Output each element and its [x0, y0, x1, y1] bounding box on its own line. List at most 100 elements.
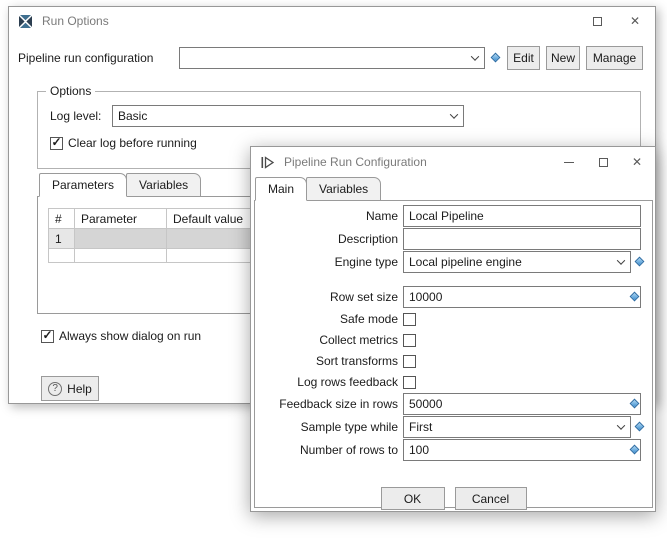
close-icon: ✕ [632, 155, 642, 169]
tab-parameters-label: Parameters [52, 178, 114, 192]
tab-variables[interactable]: Variables [306, 177, 381, 201]
log-rows-feedback-row: Log rows feedback ✓ [255, 372, 652, 392]
manage-button[interactable]: Manage [586, 46, 643, 70]
variable-diamond-icon[interactable] [491, 53, 501, 63]
engine-type-label: Engine type [255, 255, 403, 269]
edit-button[interactable]: Edit [507, 46, 540, 70]
sample-type-label: Sample type while [255, 420, 403, 434]
log-level-value: Basic [113, 109, 445, 123]
chevron-down-icon [445, 106, 463, 126]
dialog-buttons: OK Cancel [255, 487, 652, 510]
sample-type-value: First [404, 420, 612, 434]
clear-log-label: Clear log before running [68, 136, 197, 150]
log-rows-feedback-checkbox[interactable]: ✓ [403, 376, 416, 389]
pipeline-run-config-title: Pipeline Run Configuration [284, 155, 427, 169]
run-options-tabs: Parameters Variables [39, 173, 201, 197]
variable-diamond-icon[interactable] [635, 257, 645, 267]
row-set-size-row: Row set size [255, 286, 652, 308]
number-of-rows-row: Number of rows to [255, 439, 652, 461]
sort-transforms-row: Sort transforms ✓ [255, 351, 652, 371]
name-label: Name [255, 209, 403, 223]
chevron-down-icon [466, 48, 484, 68]
help-button[interactable]: ? Help [41, 376, 99, 401]
pipeline-run-config-label: Pipeline run configuration [18, 51, 153, 65]
help-button-label: Help [67, 382, 92, 396]
clear-log-checkbox[interactable]: ✓ [50, 137, 63, 150]
chevron-down-icon [612, 417, 630, 437]
run-options-icon [18, 14, 33, 29]
cell-num[interactable] [49, 249, 75, 263]
engine-type-value: Local pipeline engine [404, 255, 612, 269]
run-options-title: Run Options [42, 14, 109, 28]
description-input[interactable] [403, 228, 641, 250]
engine-type-combo[interactable]: Local pipeline engine [403, 251, 631, 273]
close-button[interactable]: ✕ [620, 147, 654, 177]
pipeline-icon [260, 155, 275, 170]
close-button[interactable]: ✕ [616, 7, 654, 35]
row-set-size-label: Row set size [255, 290, 403, 304]
description-row: Description [255, 228, 652, 250]
new-button[interactable]: New [546, 46, 580, 70]
number-of-rows-label: Number of rows to [255, 443, 403, 457]
row-set-size-input[interactable] [403, 286, 641, 308]
safe-mode-row: Safe mode ✓ [255, 309, 652, 329]
pipeline-run-config-titlebar[interactable]: Pipeline Run Configuration ✕ [251, 147, 655, 177]
log-level-combo[interactable]: Basic [112, 105, 464, 127]
column-header-num: # [49, 209, 75, 229]
cell-num[interactable]: 1 [49, 229, 75, 249]
pipeline-run-config-combo[interactable] [179, 47, 485, 69]
collect-metrics-checkbox[interactable]: ✓ [403, 334, 416, 347]
name-input[interactable] [403, 205, 641, 227]
always-show-label: Always show dialog on run [59, 329, 201, 343]
maximize-button[interactable] [586, 147, 620, 177]
chevron-down-icon [612, 252, 630, 272]
sample-type-combo[interactable]: First [403, 416, 631, 438]
run-options-titlebar[interactable]: Run Options ✕ [9, 7, 655, 35]
clear-log-row[interactable]: ✓ Clear log before running [50, 136, 197, 150]
always-show-checkbox[interactable]: ✓ [41, 330, 54, 343]
column-header-parameter: Parameter [75, 209, 167, 229]
always-show-row[interactable]: ✓ Always show dialog on run [41, 329, 201, 343]
feedback-size-row: Feedback size in rows [255, 393, 652, 415]
window-controls: ✕ [578, 7, 654, 35]
maximize-icon [593, 17, 602, 26]
collect-metrics-label: Collect metrics [255, 333, 403, 347]
pipeline-run-configuration-dialog: Pipeline Run Configuration ✕ Main Variab… [250, 146, 656, 512]
cell-parameter[interactable] [75, 249, 167, 263]
sort-transforms-checkbox[interactable]: ✓ [403, 355, 416, 368]
sort-transforms-label: Sort transforms [255, 354, 403, 368]
tab-variables-label: Variables [139, 178, 188, 192]
safe-mode-label: Safe mode [255, 312, 403, 326]
tab-parameters[interactable]: Parameters [39, 173, 127, 197]
options-group-legend: Options [46, 84, 95, 98]
feedback-size-label: Feedback size in rows [255, 397, 403, 411]
tab-main-label: Main [268, 182, 294, 196]
safe-mode-checkbox[interactable]: ✓ [403, 313, 416, 326]
tab-main[interactable]: Main [255, 177, 307, 201]
feedback-size-input[interactable] [403, 393, 641, 415]
close-icon: ✕ [630, 14, 640, 28]
minimize-button[interactable] [552, 147, 586, 177]
minimize-icon [564, 162, 574, 163]
sample-type-row: Sample type while First [255, 416, 652, 438]
log-level-label: Log level: [50, 109, 101, 123]
variable-diamond-icon[interactable] [635, 422, 645, 432]
cancel-button[interactable]: Cancel [455, 487, 527, 510]
number-of-rows-input[interactable] [403, 439, 641, 461]
maximize-icon [599, 158, 608, 167]
pipeline-config-form: Name Description Engine type Local pipel… [255, 205, 652, 510]
name-row: Name [255, 205, 652, 227]
tab-variables[interactable]: Variables [126, 173, 201, 197]
check-icon: ✓ [51, 136, 61, 148]
collect-metrics-row: Collect metrics ✓ [255, 330, 652, 350]
pipeline-config-tabs: Main Variables [255, 177, 381, 201]
ok-button[interactable]: OK [381, 487, 445, 510]
maximize-button[interactable] [578, 7, 616, 35]
main-tab-panel: Name Description Engine type Local pipel… [254, 200, 653, 508]
log-rows-feedback-label: Log rows feedback [255, 375, 403, 389]
window-controls: ✕ [552, 147, 654, 177]
description-label: Description [255, 232, 403, 246]
engine-type-row: Engine type Local pipeline engine [255, 251, 652, 273]
help-icon: ? [48, 382, 62, 396]
cell-parameter[interactable] [75, 229, 167, 249]
